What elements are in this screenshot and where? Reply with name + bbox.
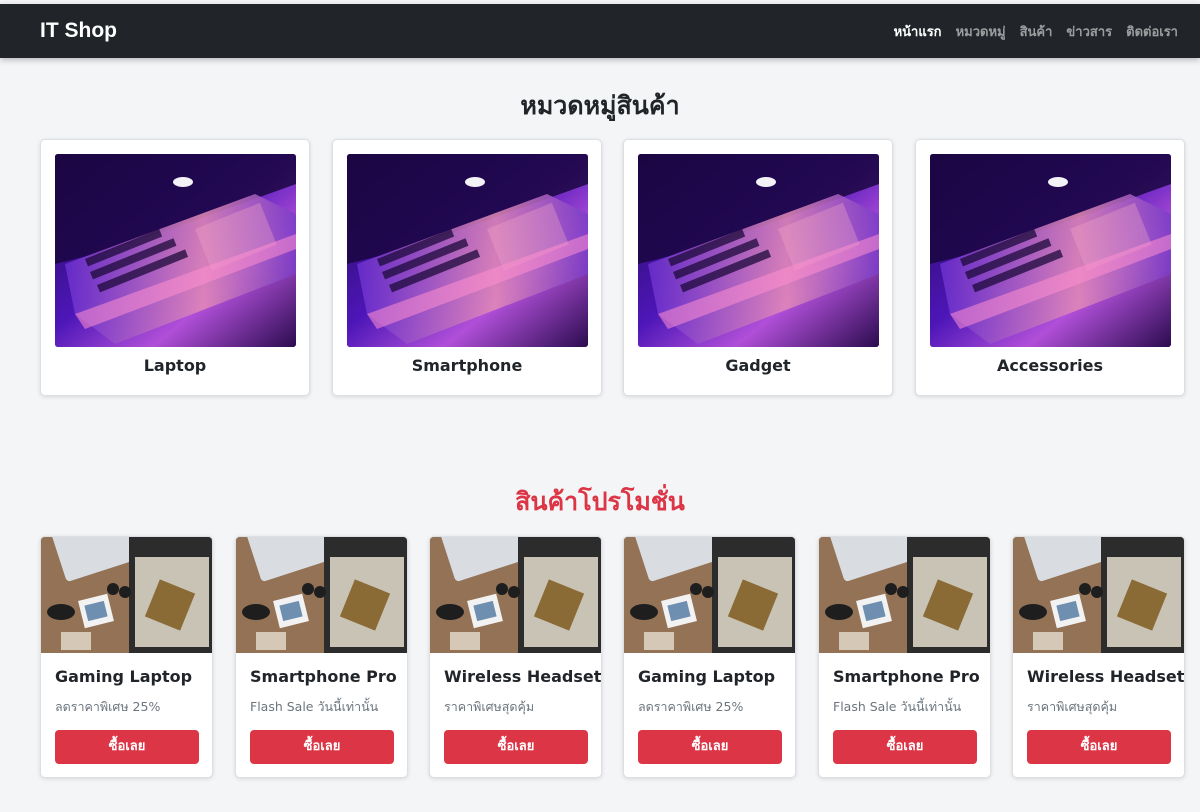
promo-card: Wireless Headset ราคาพิเศษสุดคุ้มซื้อเลย xyxy=(1012,536,1185,778)
category-label: Accessories xyxy=(997,356,1103,375)
nav-links: หน้าแรก หมวดหมู่ สินค้า ข่าวสาร ติดต่อเร… xyxy=(880,4,1178,58)
promo-name: Gaming Laptop xyxy=(638,667,776,686)
nav-link-products[interactable]: สินค้า xyxy=(1020,21,1053,42)
promo-name: Smartphone Pro xyxy=(833,667,980,686)
category-label: Laptop xyxy=(143,356,207,375)
nav-link-home[interactable]: หน้าแรก xyxy=(894,21,942,42)
category-image xyxy=(930,154,1171,347)
navbar: IT Shop หน้าแรก หมวดหมู่ สินค้า ข่าวสาร … xyxy=(0,4,1200,58)
nav-link-news[interactable]: ข่าวสาร xyxy=(1066,21,1112,42)
buy-now-button[interactable]: ซื้อเลย xyxy=(55,730,199,764)
category-card[interactable]: Accessories xyxy=(915,139,1185,396)
brand-logo[interactable]: IT Shop xyxy=(40,4,117,58)
promo-description: ลดราคาพิเศษ 25% xyxy=(638,699,744,714)
promo-image xyxy=(819,537,990,653)
buy-now-button[interactable]: ซื้อเลย xyxy=(444,730,588,764)
promo-image xyxy=(236,537,407,653)
buy-now-button[interactable]: ซื้อเลย xyxy=(1027,730,1171,764)
promo-name: Wireless Headset xyxy=(444,667,602,686)
buy-now-button[interactable]: ซื้อเลย xyxy=(638,730,782,764)
buy-now-button[interactable]: ซื้อเลย xyxy=(250,730,394,764)
nav-link-contact[interactable]: ติดต่อเรา xyxy=(1126,21,1178,42)
category-label: Gadget xyxy=(725,356,791,375)
categories-title: หมวดหมู่สินค้า xyxy=(520,91,680,120)
category-image xyxy=(347,154,588,347)
promo-image xyxy=(1013,537,1184,653)
promo-name: Wireless Headset xyxy=(1027,667,1185,686)
promo-card: Gaming Laptop ลดราคาพิเศษ 25% ซื้อเลย xyxy=(40,536,213,778)
buy-now-button[interactable]: ซื้อเลย xyxy=(833,730,977,764)
category-label: Smartphone xyxy=(411,356,523,375)
promo-description: ลดราคาพิเศษ 25% xyxy=(55,699,161,714)
promo-card: Smartphone Pro Flash Sale วันนี้เท่านั้นซ… xyxy=(235,536,408,778)
promo-description: Flash Sale วันนี้เท่านั้น xyxy=(250,699,379,714)
promo-name: Gaming Laptop xyxy=(55,667,193,686)
promo-description: ราคาพิเศษสุดคุ้ม xyxy=(444,699,535,714)
promo-image xyxy=(624,537,795,653)
promo-card: Gaming Laptop ลดราคาพิเศษ 25% ซื้อเลย xyxy=(623,536,796,778)
nav-link-categories[interactable]: หมวดหมู่ xyxy=(956,21,1006,42)
promo-card: Smartphone Pro Flash Sale วันนี้เท่านั้นซ… xyxy=(818,536,991,778)
promotions-title: สินค้าโปรโมชั่น xyxy=(515,487,685,516)
promo-description: Flash Sale วันนี้เท่านั้น xyxy=(833,699,962,714)
promo-image xyxy=(430,537,601,653)
category-image xyxy=(638,154,879,347)
promo-image xyxy=(41,537,212,653)
category-image xyxy=(55,154,296,347)
category-card[interactable]: Gadget xyxy=(623,139,893,396)
promo-card: Wireless Headset ราคาพิเศษสุดคุ้มซื้อเลย xyxy=(429,536,602,778)
category-card[interactable]: Laptop xyxy=(40,139,310,396)
promo-description: ราคาพิเศษสุดคุ้ม xyxy=(1027,699,1118,714)
promo-name: Smartphone Pro xyxy=(250,667,397,686)
category-card[interactable]: Smartphone xyxy=(332,139,602,396)
